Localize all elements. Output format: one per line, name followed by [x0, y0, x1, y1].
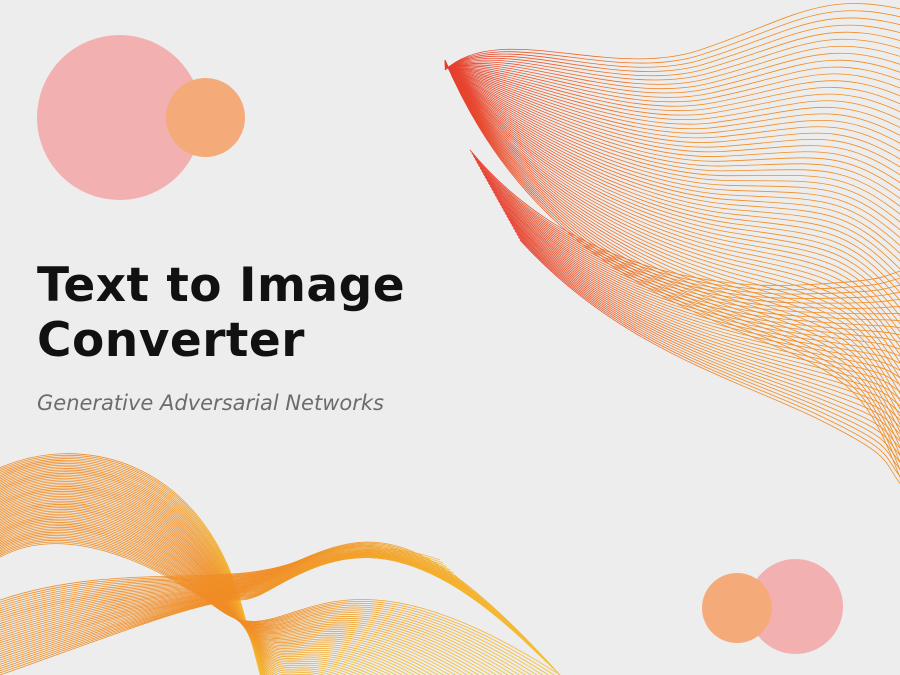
orange-circle-top-left: [166, 78, 245, 157]
wave-line: [0, 541, 555, 675]
wave-lines-bottom-left: [0, 453, 561, 675]
wave-line: [491, 188, 900, 364]
wave-line: [0, 557, 489, 646]
orange-circle-bottom-right: [702, 573, 772, 643]
wave-line: [444, 60, 900, 456]
wave-line: [0, 544, 551, 666]
wave-line: [444, 63, 900, 286]
wave-line: [444, 62, 900, 333]
title-line-2: Converter: [37, 313, 305, 368]
wave-line: [0, 526, 503, 675]
wave-lines-top-right: [444, 3, 900, 485]
wave-line: [0, 538, 544, 675]
title-line-1: Text to Image: [37, 258, 406, 313]
wave-line: [444, 60, 900, 425]
wave-line: [0, 523, 491, 675]
wave-line: [0, 541, 561, 675]
slide: Text to Image Converter Generative Adver…: [0, 0, 900, 675]
slide-subtitle: Generative Adversarial Networks: [37, 391, 384, 415]
wave-line: [444, 10, 900, 71]
slide-title: Text to Image Converter: [37, 258, 405, 368]
